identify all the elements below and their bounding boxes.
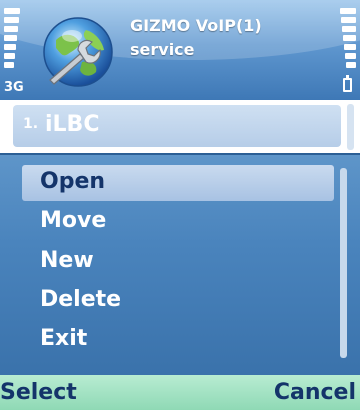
- list-item[interactable]: 1. iLBC: [13, 105, 341, 147]
- select-softkey[interactable]: Select: [0, 380, 77, 405]
- menu-item-label: New: [40, 248, 94, 273]
- signal-strength-icon: [4, 8, 20, 76]
- battery-icon: [343, 75, 352, 92]
- menu-item-label: Exit: [40, 326, 88, 351]
- menu-item-open[interactable]: Open: [22, 165, 334, 201]
- menu-item-label: Open: [40, 169, 106, 194]
- menu-item-exit[interactable]: Exit: [22, 322, 334, 358]
- app-title: GIZMO VoIP(1): [130, 16, 262, 35]
- menu-item-delete[interactable]: Delete: [22, 283, 334, 319]
- status-area: 3G GIZMO VoIP(1) service: [0, 0, 360, 100]
- menu-item-move[interactable]: Move: [22, 204, 334, 240]
- cancel-softkey[interactable]: Cancel: [274, 380, 356, 405]
- list-item-label: iLBC: [45, 112, 100, 137]
- menu-item-new[interactable]: New: [22, 244, 334, 280]
- battery-level-icon: [340, 8, 356, 76]
- menu-item-label: Delete: [40, 287, 122, 312]
- main-scrollbar[interactable]: [347, 104, 354, 150]
- softkey-bar: Select Cancel: [0, 375, 360, 410]
- globe-wrench-icon: [34, 10, 120, 94]
- menu-item-label: Move: [40, 208, 107, 233]
- list-item-number: 1.: [23, 116, 39, 132]
- network-type-label: 3G: [4, 80, 24, 95]
- options-menu: Open Move New Delete Exit: [0, 153, 360, 375]
- app-subtitle: service: [130, 40, 195, 59]
- menu-scrollbar[interactable]: [340, 168, 347, 358]
